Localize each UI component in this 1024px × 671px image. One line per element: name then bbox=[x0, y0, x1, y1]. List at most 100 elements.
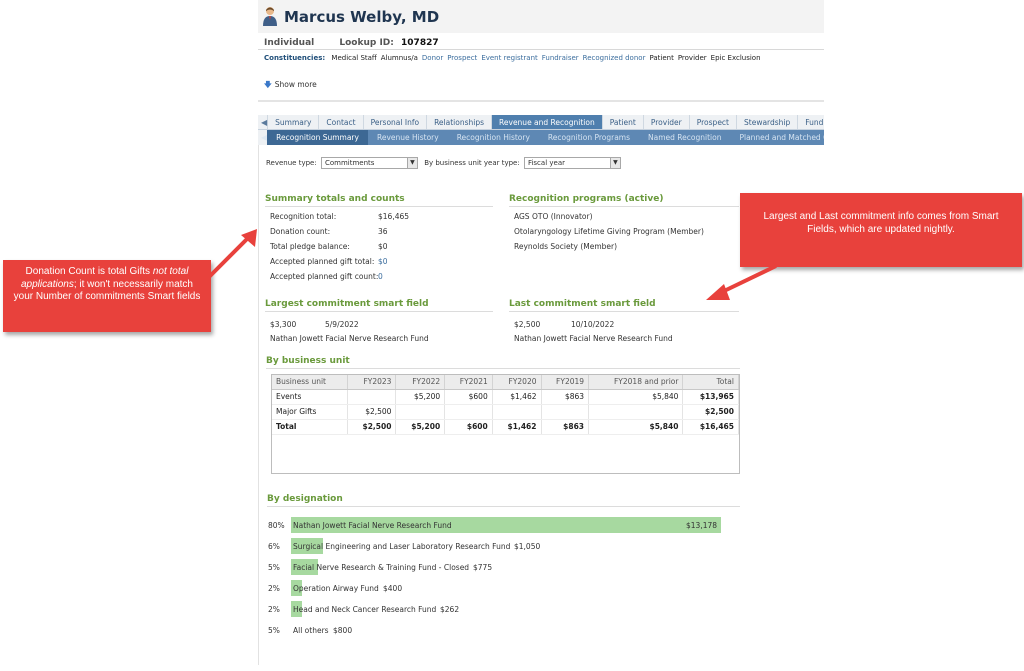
column-header[interactable]: FY2018 and prior bbox=[588, 375, 684, 390]
designation-row[interactable]: 2% Operation Airway Fund $400 bbox=[268, 580, 740, 596]
donation-count-callout: Donation Count is total Gifts not total … bbox=[3, 260, 211, 332]
designation-amount: $13,178 bbox=[686, 521, 718, 530]
column-header[interactable]: FY2023 bbox=[347, 375, 397, 390]
tab-item[interactable]: Prospect bbox=[690, 115, 737, 129]
last-date: 10/10/2022 bbox=[571, 320, 615, 329]
designation-row[interactable]: 5% All others $800 bbox=[268, 622, 740, 638]
constituencies-row: Constituencies: Medical Staff Alumnus/a Do… bbox=[264, 54, 765, 62]
tab-item[interactable]: Stewardship bbox=[737, 115, 799, 129]
subtab-item[interactable]: Recognition Summary bbox=[267, 130, 368, 145]
divider bbox=[509, 206, 739, 207]
constituency-label: Provider bbox=[677, 54, 707, 62]
constituency-link[interactable]: Event registrant bbox=[481, 54, 537, 62]
scroll-left-icon[interactable]: ◀ bbox=[258, 130, 268, 145]
designation-name: Surgical Engineering and Laser Laborator… bbox=[293, 542, 511, 551]
table-cell: $5,200 bbox=[395, 389, 446, 405]
record-type: Individual bbox=[264, 38, 315, 48]
summary-row: Recognition total: $16,465 bbox=[270, 212, 409, 221]
column-header[interactable]: Total bbox=[682, 375, 739, 390]
designation-amount: $400 bbox=[383, 584, 403, 593]
table-cell: $16,465 bbox=[682, 418, 739, 435]
designation-name: All others bbox=[293, 626, 329, 635]
summary-value[interactable]: 0 bbox=[378, 272, 383, 281]
summary-row: Accepted planned gift total: $0 bbox=[270, 257, 388, 266]
column-header[interactable]: FY2020 bbox=[492, 375, 542, 390]
column-header[interactable]: Business unit bbox=[272, 375, 348, 390]
subtab-item[interactable]: Recognition History bbox=[448, 130, 539, 145]
constituency-label: Epic Exclusion bbox=[710, 54, 761, 62]
designation-percent: 80% bbox=[268, 521, 285, 530]
table-cell bbox=[588, 404, 684, 420]
table-cell: Major Gifts bbox=[272, 404, 348, 420]
divider bbox=[265, 206, 493, 207]
subtab-item[interactable]: Named Recognition bbox=[639, 130, 730, 145]
divider bbox=[258, 49, 824, 50]
tab-item[interactable]: Relationships bbox=[427, 115, 493, 129]
designation-name: Head and Neck Cancer Research Fund bbox=[293, 605, 437, 614]
table-cell: $863 bbox=[541, 418, 590, 435]
revenue-type-select[interactable]: Commitments ▼ bbox=[320, 157, 418, 169]
chevron-down-icon: ▼ bbox=[609, 158, 620, 168]
designation-amount: $775 bbox=[473, 563, 493, 572]
summary-label: Accepted planned gift count: bbox=[270, 272, 379, 281]
designation-row[interactable]: 80% Nathan Jowett Facial Nerve Research F… bbox=[268, 517, 740, 533]
revenue-type-value: Commitments bbox=[324, 159, 375, 167]
designation-percent: 5% bbox=[268, 563, 280, 572]
designation-name: Nathan Jowett Facial Nerve Research Fund bbox=[293, 521, 452, 530]
constituency-link[interactable]: Fundraiser bbox=[542, 54, 579, 62]
arrow-right-callout bbox=[706, 264, 777, 300]
tab-item[interactable]: Patient bbox=[603, 115, 644, 129]
arrow-left-callout bbox=[207, 229, 257, 279]
tab-item[interactable]: Provider bbox=[644, 115, 690, 129]
column-header[interactable]: FY2019 bbox=[541, 375, 590, 390]
tab-item[interactable]: Personal Info bbox=[364, 115, 428, 129]
year-type-label: By business unit year type: bbox=[424, 159, 520, 167]
table-cell: $5,840 bbox=[588, 389, 684, 405]
largest-fund: Nathan Jowett Facial Nerve Research Fund bbox=[270, 334, 429, 343]
designation-row[interactable]: 6% Surgical Engineering and Laser Laborat… bbox=[268, 538, 740, 554]
column-header[interactable]: FY2021 bbox=[444, 375, 493, 390]
table-cell: $13,965 bbox=[682, 389, 739, 405]
largest-date: 5/9/2022 bbox=[325, 320, 359, 329]
subtab-item[interactable]: Recognition Programs bbox=[539, 130, 639, 145]
designation-title: By designation bbox=[267, 494, 343, 504]
subtab-item[interactable]: Planned and Matched Gifts bbox=[730, 130, 824, 145]
designation-amount: $800 bbox=[333, 626, 353, 635]
constituencies-label: Constituencies: bbox=[264, 54, 326, 62]
panel-border bbox=[258, 145, 259, 665]
table-cell: $1,462 bbox=[492, 389, 542, 405]
constituency-link[interactable]: Donor bbox=[422, 54, 443, 62]
designation-amount: $1,050 bbox=[514, 542, 541, 551]
smart-fields-callout: Largest and Last commitment info comes f… bbox=[740, 193, 1022, 267]
summary-label: Total pledge balance: bbox=[270, 242, 350, 251]
largest-amount: $3,300 bbox=[270, 320, 297, 329]
person-icon bbox=[263, 7, 277, 26]
program-link[interactable]: Reynolds Society (Member) bbox=[514, 242, 617, 251]
constituency-label: Alumnus/a bbox=[380, 54, 418, 62]
summary-row: Total pledge balance: $0 bbox=[270, 242, 388, 251]
designation-row[interactable]: 5% Facial Nerve Research & Training Fund … bbox=[268, 559, 740, 575]
summary-label: Recognition total: bbox=[270, 212, 337, 221]
year-type-select[interactable]: Fiscal year ▼ bbox=[523, 157, 621, 169]
constituency-link[interactable]: Recognized donor bbox=[583, 54, 646, 62]
show-more-link[interactable]: 🡇 Show more bbox=[264, 79, 317, 92]
scroll-left-icon[interactable]: ◀ bbox=[258, 115, 269, 129]
summary-value[interactable]: $0 bbox=[378, 257, 388, 266]
tab-item[interactable]: Summary bbox=[268, 115, 320, 129]
table-cell: $863 bbox=[541, 389, 590, 405]
designation-row[interactable]: 2% Head and Neck Cancer Research Fund $262 bbox=[268, 601, 740, 617]
table-cell: Total bbox=[272, 418, 348, 435]
program-link[interactable]: AGS OTO (Innovator) bbox=[514, 212, 593, 221]
column-header[interactable]: FY2022 bbox=[395, 375, 446, 390]
divider bbox=[509, 311, 739, 312]
year-type-value: Fiscal year bbox=[527, 159, 565, 167]
subtab-item[interactable]: Revenue History bbox=[368, 130, 448, 145]
tab-item[interactable]: Revenue and Recognition bbox=[492, 115, 603, 129]
table-cell bbox=[347, 389, 397, 405]
constituency-link[interactable]: Prospect bbox=[447, 54, 477, 62]
tab-item[interactable]: Contact bbox=[319, 115, 364, 129]
program-link[interactable]: Otolaryngology Lifetime Giving Program (… bbox=[514, 227, 704, 236]
tab-item[interactable]: Fundraiser bbox=[798, 115, 824, 129]
summary-row: Accepted planned gift count: 0 bbox=[270, 272, 383, 281]
programs-title: Recognition programs (active) bbox=[509, 194, 664, 204]
